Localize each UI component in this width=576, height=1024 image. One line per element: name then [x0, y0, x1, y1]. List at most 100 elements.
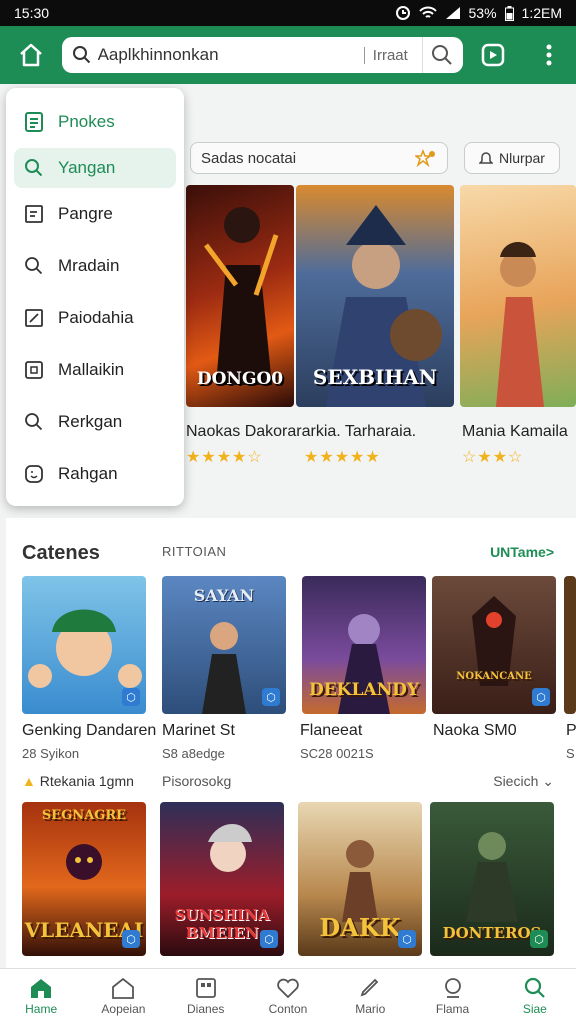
browser-button[interactable]: [463, 26, 523, 84]
sort-select[interactable]: Siecich ⌄: [493, 773, 554, 790]
nav-item-profile[interactable]: Flama: [411, 969, 493, 1024]
menu-item-label: Mradain: [58, 256, 120, 275]
game-tile[interactable]: ⬡: [22, 576, 146, 714]
tile-logo: SAYAN: [193, 586, 255, 605]
menu-item-label: Paiodahia: [58, 308, 134, 327]
star-filter-icon: [415, 149, 435, 167]
edit-icon: [25, 309, 43, 327]
game-tile[interactable]: SUNSHINA BMEIEN ⬡: [160, 802, 284, 956]
game-meta: SC28 0021S: [300, 746, 374, 761]
game-tile[interactable]: DEKLANDY: [302, 576, 426, 714]
featured-card[interactable]: SEXBIHAN: [296, 185, 454, 407]
game-name[interactable]: P: [566, 722, 576, 740]
featured-logo: SEXBIHAN: [312, 365, 438, 389]
search-icon: [524, 977, 545, 998]
search-box[interactable]: Irraat: [61, 37, 463, 73]
search-icon: [25, 159, 43, 177]
game-meta: 28 Syikon: [22, 746, 80, 761]
featured-title[interactable]: Mania Kamaila: [462, 423, 568, 441]
nav-item-favorites[interactable]: Conton: [247, 969, 329, 1024]
game-tile[interactable]: DONTEROS ⬡: [430, 802, 554, 956]
filter-row: Sadas nocatai Nlurpar: [190, 142, 576, 174]
search-icon: [25, 257, 43, 275]
nav-label: Hame: [25, 1002, 58, 1016]
battery-icon: [504, 5, 514, 21]
platform-badge: ⬡: [398, 930, 416, 948]
signal-icon: [445, 7, 460, 19]
nav-item-home[interactable]: Hame: [0, 969, 82, 1024]
home-icon: [31, 979, 52, 998]
game-name[interactable]: Genking Dandaren: [22, 722, 156, 740]
home-button[interactable]: [0, 26, 62, 84]
platform-badge: ⬡: [530, 930, 548, 948]
status-right-time: 1:2EM: [521, 5, 562, 21]
menu-item[interactable]: Mradain: [6, 240, 184, 292]
categories-section: Catenes RITTOIAN UNTame> ⬡ SAYAN ⬡ DEKLA…: [6, 518, 576, 968]
play-store-icon: [481, 43, 504, 67]
menu-item-label: Pangre: [58, 204, 113, 223]
pen-icon: [360, 978, 379, 997]
nav-label: Siae: [522, 1002, 547, 1016]
platform-badge: ⬡: [122, 930, 140, 948]
nav-item-search[interactable]: Siae: [494, 969, 576, 1024]
heart-icon: [277, 978, 299, 999]
featured-title[interactable]: Naokas Dakorararkia. Tarharaia.: [186, 423, 416, 441]
game-art-image: [496, 242, 544, 407]
nav-label: Flama: [435, 1002, 470, 1016]
menu-item-label: Mallaikin: [58, 360, 125, 379]
featured-card[interactable]: [460, 185, 576, 407]
menu-item[interactable]: Mallaikin: [6, 344, 184, 396]
dropdown-menu: Pnokes Yangan Pangre Mradain Paiodahia M…: [6, 88, 184, 506]
featured-rating: ☆★★☆: [462, 449, 524, 466]
menu-item[interactable]: Paiodahia: [6, 292, 184, 344]
menu-item-label: Yangan: [58, 158, 116, 177]
game-tile[interactable]: [564, 576, 576, 714]
nav-item-apps[interactable]: Aopeian: [82, 969, 164, 1024]
list-icon: [25, 205, 43, 223]
search-input[interactable]: [97, 45, 364, 65]
more-vert-icon: [546, 44, 552, 66]
menu-item[interactable]: Pangre: [6, 188, 184, 240]
see-all-link[interactable]: UNTame>: [490, 544, 554, 560]
wifi-icon: [418, 6, 437, 18]
overflow-menu-button[interactable]: [522, 26, 576, 84]
game-tile[interactable]: SAYAN ⬡: [162, 576, 286, 714]
search-icon: [72, 46, 90, 64]
menu-item[interactable]: Rahgan: [6, 448, 184, 500]
search-button[interactable]: [421, 37, 453, 73]
filter-placeholder: Sadas nocatai: [201, 149, 297, 167]
tile-logo-top: SEGNAGRE: [41, 808, 127, 823]
top-app-bar: Irraat: [0, 26, 576, 84]
search-icon: [25, 413, 43, 431]
game-name[interactable]: Flaneeat: [300, 722, 362, 740]
platform-badge: ⬡: [122, 688, 140, 706]
platform-badge: ⬡: [262, 688, 280, 706]
menu-item-label: Rahgan: [58, 464, 118, 483]
menu-item[interactable]: Pnokes: [6, 96, 184, 148]
game-meta: S: [566, 746, 575, 761]
menu-item[interactable]: Yangan: [14, 148, 176, 188]
game-name[interactable]: Marinet St: [162, 722, 235, 740]
game-name[interactable]: Naoka SM0: [433, 722, 517, 740]
featured-carousel: DONGO0 SEXBIHAN Naokas Dakorararkia. Tar…: [186, 185, 576, 485]
nav-item-games[interactable]: Dianes: [165, 969, 247, 1024]
menu-item-label: Rerkgan: [58, 412, 123, 431]
search-scope[interactable]: Irraat: [363, 46, 416, 64]
row-label: ▲ Rtekania 1gmn: [22, 773, 134, 789]
tile-logo: DEKLANDY: [308, 680, 420, 700]
row-label-text: Rtekania 1gmn: [39, 773, 134, 789]
section-title: Catenes: [22, 542, 100, 564]
home-icon: [19, 43, 42, 67]
menu-item[interactable]: Rerkgan: [6, 396, 184, 448]
tile-logo: NOKANCANE: [456, 671, 532, 682]
game-tile[interactable]: DAKK ⬡: [298, 802, 422, 956]
status-bar: 15:30 53% 1:2EM: [0, 0, 576, 26]
filter-input[interactable]: Sadas nocatai: [190, 142, 448, 174]
game-tile[interactable]: SEGNAGRE VLEANEAI ⬡: [22, 802, 146, 956]
game-tile[interactable]: NOKANCANE ⬡: [432, 576, 556, 714]
alarm-icon: [395, 6, 410, 20]
filter-button[interactable]: Nlurpar: [464, 142, 560, 174]
nav-item-edit[interactable]: Mario: [329, 969, 411, 1024]
featured-card[interactable]: DONGO0: [186, 185, 294, 407]
menu-item-label: Pnokes: [58, 112, 115, 131]
